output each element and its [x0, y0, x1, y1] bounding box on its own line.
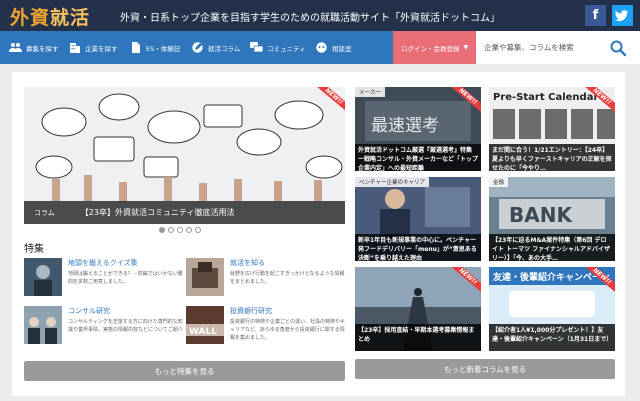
- column-card[interactable]: 友達・後輩紹介キャンペーン NEW!! 【紹介者1人¥1,000分プレゼント！】…: [489, 267, 615, 351]
- nav-item-companies[interactable]: 企業を探す: [68, 31, 118, 64]
- site-logo[interactable]: 外資就活: [10, 3, 90, 30]
- slider-title: 【23卒】外資就活コミュニティ徹底活用法: [80, 208, 235, 217]
- column-card[interactable]: 最速選考 メーカー NEW!! 外資就活ドットコム厳選『厳選選考』特集 ー戦略コ…: [355, 87, 481, 171]
- consult-icon: [316, 42, 327, 53]
- more-columns-button[interactable]: もっと新着コラムを見る: [355, 359, 615, 379]
- column-card[interactable]: Pre-Start Calendar NEW!! まだ間に合う！1/21エントリ…: [489, 87, 615, 171]
- column-card[interactable]: NEW!! 【23卒】採用直結・早期本選考募集情報まとめ: [355, 267, 481, 351]
- nav-item-es[interactable]: ES・体験記: [129, 31, 180, 64]
- twitter-icon[interactable]: [612, 5, 633, 26]
- people-icon: [9, 43, 22, 52]
- top-header: 外資就活 外資・日系トップ企業を目指す学生のための就職活動サイト「外資就活ドット…: [0, 0, 640, 31]
- slider-dot[interactable]: [186, 227, 192, 233]
- feature-item[interactable]: WALL 投資銀行研究 投資銀行の特徴や企業ごとの違い、社員の特徴やキャリアなど…: [186, 306, 346, 350]
- feature-thumbnail: [24, 306, 62, 344]
- feature-item[interactable]: 地頭を鍛えるクイズ集 地頭は鍛えることができる？－前編ではいかない難問を多数ご用…: [24, 258, 184, 302]
- document-icon: [132, 42, 140, 53]
- facebook-icon[interactable]: f: [585, 5, 606, 26]
- slider-category: コラム: [34, 208, 55, 217]
- more-features-button[interactable]: もっと特集を見る: [24, 361, 345, 381]
- search-box: [476, 31, 640, 64]
- chat-icon: [250, 42, 263, 53]
- svg-text:WALL: WALL: [189, 327, 217, 337]
- nav-item-community[interactable]: コミュニティ: [250, 31, 306, 64]
- svg-text:Pre-Start Calendar: Pre-Start Calendar: [493, 92, 598, 103]
- caret-down-icon: ▼: [463, 44, 469, 51]
- search-icon[interactable]: [609, 39, 627, 57]
- feature-thumbnail: [24, 258, 62, 296]
- svg-text:最速選考: 最速選考: [371, 116, 439, 136]
- pen-icon: [192, 42, 203, 53]
- site-tagline: 外資・日系トップ企業を目指す学生のための就職活動サイト「外資就活ドットコム」: [120, 13, 500, 24]
- featured-slider[interactable]: NEW!! コラム 【23卒】外資就活コミュニティ徹底活用法: [24, 87, 345, 224]
- feature-item[interactable]: コンサル研究 コンサルティングを志望する方に向けた専門的な知識や業界事情、実態の…: [24, 306, 184, 350]
- feature-thumbnail: WALL: [186, 306, 224, 344]
- slider-dot[interactable]: [195, 227, 201, 233]
- search-input[interactable]: [476, 31, 606, 64]
- nav-item-jobs[interactable]: 募集を探す: [9, 31, 59, 64]
- building-icon: [70, 43, 80, 53]
- column-card[interactable]: ベンチャー企業のキャリア 新卒1年目も新規事業の中心に。ベンチャー発フードデリバ…: [355, 177, 481, 261]
- svg-text:BANK: BANK: [509, 203, 573, 227]
- slider-pagination: [159, 227, 201, 233]
- slider-dot[interactable]: [159, 227, 165, 233]
- nav-item-consult[interactable]: 相談室: [315, 31, 352, 64]
- slider-dot[interactable]: [177, 227, 183, 233]
- login-register-button[interactable]: ログイン・会員登録 ▼: [393, 31, 476, 64]
- nav-item-column[interactable]: 就活コラム: [191, 31, 240, 64]
- column-card[interactable]: BANK 金融 【23年に迫るM&A案件特集（第6回 デロイト トーマツ ファイ…: [489, 177, 615, 261]
- feature-item[interactable]: 就活を知る 就野を広げ行動を起こすきっかけとなるような情報をまとめました。: [186, 258, 346, 302]
- slider-caption: コラム 【23卒】外資就活コミュニティ徹底活用法: [24, 201, 345, 224]
- features-heading: 特集: [24, 244, 44, 255]
- slider-dot[interactable]: [168, 227, 174, 233]
- feature-thumbnail: [186, 258, 224, 296]
